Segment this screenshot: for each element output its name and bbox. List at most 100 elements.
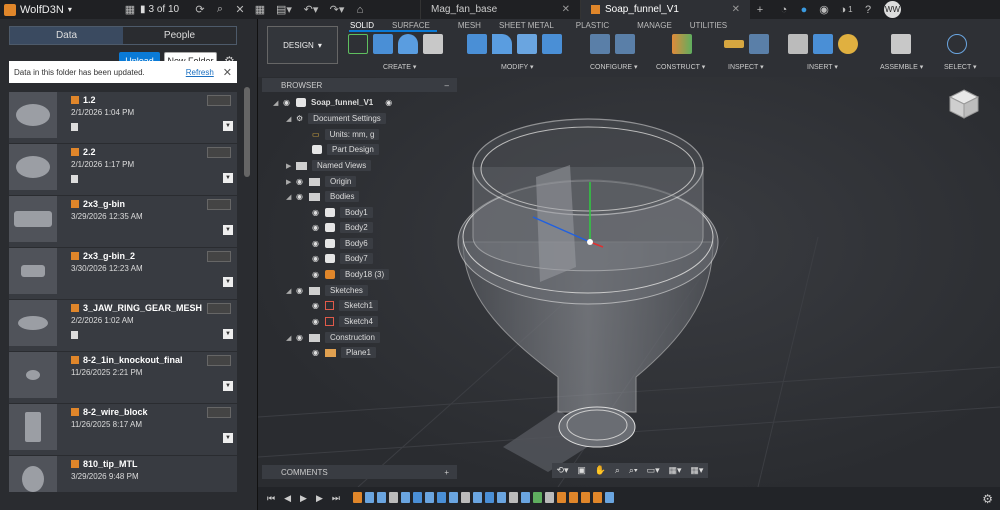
tree-body-item[interactable]: ◉ Body18 (3) (312, 268, 390, 281)
configure-menu[interactable]: CONFIGURE ▾ (590, 63, 637, 71)
document-tab[interactable]: Mag_fan_base ✕ (420, 0, 580, 19)
timeline-feature[interactable] (425, 492, 434, 503)
job-status-icon[interactable]: ● (794, 0, 814, 19)
job-counter[interactable]: ▮ 3 of 10 (140, 4, 190, 15)
eye-icon[interactable]: ◉ (296, 286, 306, 295)
workspace-switcher[interactable]: DESIGN ▾ (267, 26, 338, 64)
list-item[interactable]: 2x3_g-bin 3/29/2026 12:35 AM ▼ (9, 196, 237, 248)
tree-root[interactable]: ◢ ◉ Soap_funnel_V1 ◉ (273, 96, 392, 109)
funnel-cup-rim[interactable] (472, 118, 704, 216)
chevron-down-icon[interactable]: ▼ (223, 277, 233, 287)
look-at-icon[interactable]: ▣ (577, 465, 586, 476)
tab-utilities[interactable]: UTILITIES (690, 21, 727, 30)
configure-icon[interactable] (590, 34, 610, 54)
fit-icon[interactable]: ⌕▾ (629, 465, 638, 476)
new-tab-icon[interactable]: + (750, 0, 770, 19)
data-panel-toggle-icon[interactable]: ▦ (120, 0, 140, 19)
close-icon[interactable]: ✕ (230, 0, 250, 19)
chevron-right-icon[interactable]: ▶ (286, 162, 296, 170)
timeline-feature[interactable] (377, 492, 386, 503)
add-comment-icon[interactable]: + (444, 468, 449, 477)
document-tab-active[interactable]: Soap_funnel_V1 ✕ (580, 0, 750, 19)
eye-icon[interactable]: ◉ (296, 192, 306, 201)
timeline-feature[interactable] (605, 492, 614, 503)
list-item[interactable]: 2x3_g-bin_2 3/30/2026 12:23 AM ▼ (9, 248, 237, 300)
gear-icon[interactable]: ⚙ (982, 492, 993, 506)
timeline-feature[interactable] (473, 492, 482, 503)
notifications-icon[interactable]: ◑ 1 (834, 0, 858, 19)
file-list-scrollbar[interactable] (244, 87, 250, 177)
insert-menu[interactable]: INSERT ▾ (807, 63, 838, 71)
fillet-icon[interactable] (492, 34, 512, 54)
timeline-feature[interactable] (569, 492, 578, 503)
eye-icon[interactable]: ◉ (312, 254, 322, 263)
table-config-icon[interactable] (615, 34, 635, 54)
collapse-icon[interactable]: – (445, 81, 449, 90)
eye-icon[interactable]: ◉ (312, 223, 322, 232)
timeline-feature[interactable] (437, 492, 446, 503)
tree-sketch-item[interactable]: ◉ Sketch4 (312, 315, 378, 328)
version-badge[interactable] (207, 355, 231, 366)
version-badge[interactable] (207, 251, 231, 262)
play-icon[interactable]: ▶ (300, 493, 307, 504)
shell-icon[interactable] (517, 34, 537, 54)
box-icon[interactable] (423, 34, 443, 54)
chevron-down-icon[interactable]: ◢ (286, 115, 296, 123)
eye-icon[interactable]: ◉ (312, 301, 322, 310)
eye-icon[interactable]: ◉ (312, 348, 322, 357)
chevron-down-icon[interactable]: ▼ (223, 173, 233, 183)
pan-icon[interactable]: ✋ (595, 465, 606, 476)
interference-icon[interactable] (749, 34, 769, 54)
file-menu-icon[interactable]: ▤▾ (270, 0, 298, 19)
chevron-down-icon[interactable]: ▼ (223, 329, 233, 339)
new-component-icon[interactable] (891, 34, 911, 54)
extrude-icon[interactable] (373, 34, 393, 54)
eye-icon[interactable]: ◉ (312, 239, 322, 248)
zoom-icon[interactable]: ⌕ (615, 465, 620, 476)
version-badge[interactable] (207, 303, 231, 314)
create-menu[interactable]: CREATE ▾ (383, 63, 416, 71)
timeline-feature[interactable] (581, 492, 590, 503)
tab-solid[interactable]: SOLID (350, 21, 374, 30)
tree-document-settings[interactable]: ◢ ⚙ Document Settings (286, 112, 386, 125)
refresh-link[interactable]: Refresh (186, 68, 214, 77)
eye-icon[interactable]: ◉ (312, 317, 322, 326)
tree-sketches[interactable]: ◢ ◉ Sketches (286, 284, 368, 297)
new-sketch-icon[interactable] (348, 34, 368, 54)
press-pull-icon[interactable] (467, 34, 487, 54)
close-tab-icon[interactable]: ✕ (732, 4, 740, 15)
avatar[interactable]: WW (884, 1, 901, 18)
chevron-down-icon[interactable]: ◢ (286, 334, 296, 342)
eye-icon[interactable]: ◉ (312, 270, 322, 279)
display-settings-icon[interactable]: ▭▾ (647, 465, 660, 476)
eye-icon[interactable]: ◉ (283, 98, 293, 107)
modify-menu[interactable]: MODIFY ▾ (501, 63, 534, 71)
list-item[interactable]: 2.2 2/1/2026 1:17 PM ▼ (9, 144, 237, 196)
browser-header[interactable]: BROWSER – (262, 78, 457, 92)
list-item[interactable]: 8-2_1in_knockout_final 11/26/2025 2:21 P… (9, 352, 237, 404)
select-icon[interactable] (947, 34, 967, 54)
measure-icon[interactable] (724, 40, 744, 48)
orbit-icon[interactable]: ⟲▾ (556, 465, 568, 476)
tab-sheet-metal[interactable]: SHEET METAL (499, 21, 554, 30)
timeline-feature[interactable] (497, 492, 506, 503)
chevron-down-icon[interactable]: ▼ (223, 433, 233, 443)
tree-part-design[interactable]: Part Design (312, 143, 379, 156)
tree-origin[interactable]: ▶ ◉ Origin (286, 175, 357, 188)
tree-body-item[interactable]: ◉ Body1 (312, 206, 373, 219)
undo-icon[interactable]: ↶▾ (298, 0, 324, 19)
timeline-feature[interactable] (593, 492, 602, 503)
home-icon[interactable]: ⌂ (350, 0, 370, 19)
tree-construction-item[interactable]: ◉ Plane1 (312, 346, 376, 359)
viewports-icon[interactable]: ▦▾ (690, 465, 703, 476)
list-item[interactable]: 1.2 2/1/2026 1:04 PM ▼ (9, 92, 237, 144)
timeline-feature[interactable] (545, 492, 554, 503)
insert-derive-icon[interactable] (788, 34, 808, 54)
tree-named-views[interactable]: ▶ Named Views (286, 159, 372, 172)
team-switcher[interactable]: WolfD3N ▾ (0, 3, 100, 16)
timeline-feature[interactable] (449, 492, 458, 503)
close-icon[interactable]: ✕ (223, 66, 232, 79)
activate-icon[interactable]: ◉ (385, 98, 392, 107)
previous-step-icon[interactable]: ◀ (284, 493, 291, 504)
timeline-feature[interactable] (389, 492, 398, 503)
